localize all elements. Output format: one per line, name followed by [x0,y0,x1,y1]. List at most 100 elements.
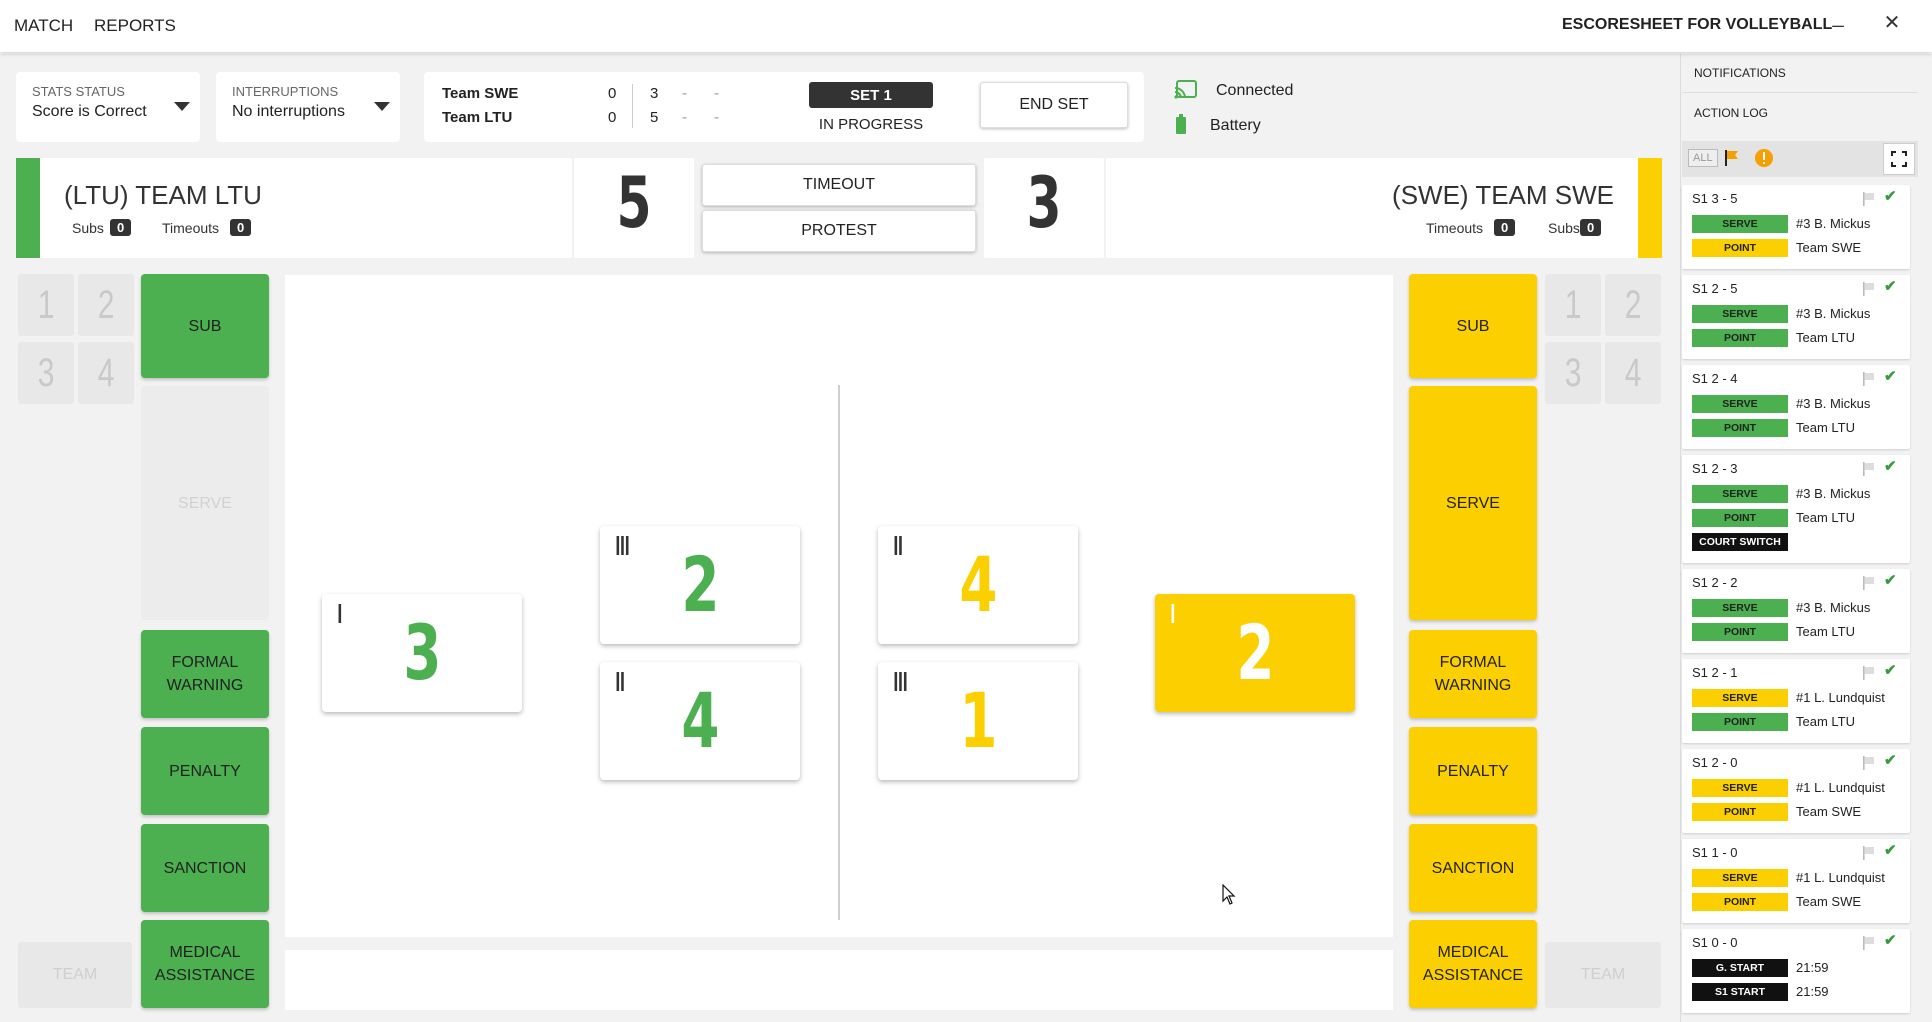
check-icon: ✔ [1884,368,1897,385]
log-tag-text: Team SWE [1796,894,1862,909]
log-tag-text: Team LTU [1796,714,1855,729]
timeout-button[interactable]: TIMEOUT [702,164,976,206]
close-button[interactable]: ✕ [1878,10,1906,35]
scoreboard-s3-1: - [714,85,719,102]
left-medical-assistance-button[interactable]: MEDICAL ASSISTANCE [141,920,269,1008]
right-player-position-1-serving[interactable]: I 2 [1155,594,1355,712]
log-entry[interactable]: S1 1 - 0 ✔ SERVE #1 L. Lundquist POINT Team S… [1682,839,1910,923]
fullscreen-button[interactable] [1883,143,1915,175]
flag-filter-icon[interactable] [1722,148,1742,168]
flag-icon[interactable] [1862,281,1876,302]
left-bench-number[interactable]: 3 [18,342,74,404]
protest-button[interactable]: PROTEST [702,210,976,252]
log-tag-text: Team LTU [1796,330,1855,345]
log-tag: POINT [1692,509,1788,527]
left-formal-warning-button[interactable]: FORMAL WARNING [141,630,269,718]
scoreboard-s1-1: 3 [650,85,659,102]
right-subs-label: Subs [1548,220,1580,236]
right-serve-button[interactable]: SERVE [1409,386,1537,620]
log-entry[interactable]: S1 3 - 5 ✔ SERVE #3 B. Mickus POINT Team SWE [1682,185,1910,269]
scoreboard-team-2: Team LTU [442,109,513,126]
end-set-button[interactable]: END SET [980,82,1128,128]
log-entry[interactable]: S1 2 - 0 ✔ SERVE #1 L. Lundquist POINT Team S… [1682,749,1910,833]
left-sub-button[interactable]: SUB [141,274,269,378]
left-serve-button[interactable]: SERVE [141,386,269,620]
right-medical-assistance-button[interactable]: MEDICAL ASSISTANCE [1409,920,1537,1008]
log-tag-text: Team LTU [1796,510,1855,525]
right-player-position-2[interactable]: II 4 [878,526,1078,644]
action-log-link[interactable]: ACTION LOG [1694,106,1768,120]
interruptions-value: No interruptions [232,103,345,120]
notifications-link[interactable]: NOTIFICATIONS [1694,66,1786,80]
flag-icon[interactable] [1862,935,1876,956]
log-entry-title: S1 2 - 4 [1692,371,1738,386]
player-number: 4 [680,676,720,765]
flag-icon[interactable] [1862,191,1876,212]
log-entry-title: S1 2 - 1 [1692,665,1738,680]
stats-status-dropdown[interactable]: STATS STATUS Score is Correct [16,72,200,142]
log-entry[interactable]: S1 2 - 2 ✔ SERVE #3 B. Mickus POINT Team LTU [1682,569,1910,653]
log-tag-text: #3 B. Mickus [1796,486,1871,501]
flag-icon[interactable] [1862,371,1876,392]
log-tag: SERVE [1692,599,1788,617]
log-tag: SERVE [1692,305,1788,323]
left-bench-number[interactable]: 4 [78,342,134,404]
warning-filter-icon[interactable] [1754,148,1774,168]
cast-icon [1174,80,1198,100]
flag-icon[interactable] [1862,755,1876,776]
right-team-name: (SWE) TEAM SWE [1392,180,1614,210]
right-player-position-3[interactable]: III 1 [878,662,1078,780]
left-team-color-bar [16,158,40,258]
log-tag: SERVE [1692,779,1788,797]
right-penalty-button[interactable]: PENALTY [1409,727,1537,815]
right-bench-number[interactable]: 2 [1605,274,1661,336]
interruptions-dropdown[interactable]: INTERRUPTIONS No interruptions [216,72,400,142]
left-team-button[interactable]: TEAM [18,942,132,1008]
log-tag-text: Team SWE [1796,240,1862,255]
log-entry[interactable]: S1 0 - 0 ✔ G. START 21:59 S1 START 21:59 [1682,929,1910,1013]
stats-status-value: Score is Correct [32,103,147,120]
right-bench-number[interactable]: 3 [1545,342,1601,404]
left-team-score: 5 [616,162,652,244]
flag-icon[interactable] [1862,461,1876,482]
left-penalty-button[interactable]: PENALTY [141,727,269,815]
flag-icon[interactable] [1862,665,1876,686]
right-bench-number[interactable]: 4 [1605,342,1661,404]
menu-reports[interactable]: REPORTS [94,16,176,36]
left-bench-number[interactable]: 2 [78,274,134,336]
flag-icon[interactable] [1862,575,1876,596]
scoreboard-s2-2: - [682,109,687,126]
left-player-position-1[interactable]: I 3 [322,594,522,712]
log-entry[interactable]: S1 2 - 1 ✔ SERVE #1 L. Lundquist POINT Team L… [1682,659,1910,743]
flag-icon[interactable] [1862,845,1876,866]
left-player-position-2[interactable]: II 4 [600,662,800,780]
minimize-button[interactable]: _ [1824,6,1852,29]
log-entry[interactable]: S1 2 - 4 ✔ SERVE #3 B. Mickus POINT Team LTU [1682,365,1910,449]
log-entry[interactable]: S1 2 - 5 ✔ SERVE #3 B. Mickus POINT Team LTU [1682,275,1910,359]
log-tag-text: #3 B. Mickus [1796,306,1871,321]
left-player-position-3[interactable]: III 2 [600,526,800,644]
check-icon: ✔ [1884,752,1897,769]
player-number: 4 [958,540,998,629]
filter-all-button[interactable]: ALL [1688,149,1718,167]
log-entry[interactable]: S1 2 - 3 ✔ SERVE #3 B. Mickus POINT Team LTU C… [1682,455,1910,563]
scoreboard-sets-1: 0 [608,85,617,102]
left-timeouts-count: 0 [230,219,252,236]
battery-label: Battery [1210,117,1261,134]
comment-bar[interactable] [285,950,1393,1010]
left-bench-number[interactable]: 1 [18,274,74,336]
left-sanction-button[interactable]: SANCTION [141,824,269,912]
right-team-score: 3 [1026,162,1062,244]
right-sub-button[interactable]: SUB [1409,274,1537,378]
check-icon: ✔ [1884,458,1897,475]
right-formal-warning-button[interactable]: FORMAL WARNING [1409,630,1537,718]
menu-match[interactable]: MATCH [14,16,73,36]
right-sanction-button[interactable]: SANCTION [1409,824,1537,912]
player-number: 1 [958,676,998,765]
left-score-box: 5 [574,158,694,258]
log-tag: S1 START [1692,983,1788,1001]
scoreboard-team-1: Team SWE [442,85,519,102]
log-tag-text: Team SWE [1796,804,1862,819]
right-bench-number[interactable]: 1 [1545,274,1601,336]
right-team-button[interactable]: TEAM [1545,942,1661,1008]
